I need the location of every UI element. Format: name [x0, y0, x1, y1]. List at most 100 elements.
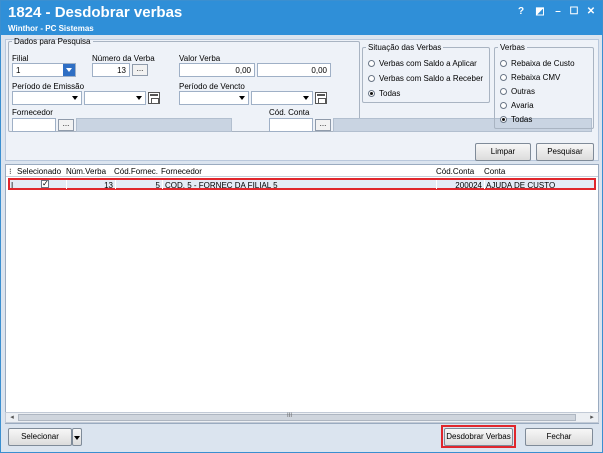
- cod-conta-cell: 200024: [455, 181, 482, 190]
- situacao-option-label: Verbas com Saldo a Receber: [379, 74, 484, 83]
- situacao-option-todas[interactable]: Todas: [368, 89, 400, 98]
- search-group-label: Dados para Pesquisa: [14, 37, 91, 46]
- fornecedor-lookup-button[interactable]: ...: [58, 119, 74, 131]
- verbas-option-label: Avaria: [511, 101, 534, 110]
- restore-layout-icon[interactable]: ◩: [533, 6, 547, 17]
- cod-fornec-cell: 5: [155, 181, 160, 190]
- fechar-button[interactable]: Fechar: [525, 428, 593, 446]
- fornecedor-cell: COD. 5 - FORNEC DA FILIAL 5: [165, 181, 278, 190]
- cell-divider: [66, 180, 67, 189]
- radio-icon: [500, 60, 507, 67]
- horizontal-scrollbar[interactable]: ◂ III ▸: [5, 412, 599, 423]
- column-header[interactable]: Conta: [484, 167, 505, 176]
- periodo-emissao-from-input[interactable]: [12, 91, 82, 105]
- minimize-icon[interactable]: –: [551, 6, 565, 17]
- cell-divider: [484, 180, 485, 189]
- situacao-option-label: Todas: [379, 89, 401, 98]
- search-panel: Dados para Pesquisa Filial 1 Número da V…: [5, 37, 599, 161]
- pesquisar-button[interactable]: Pesquisar: [536, 143, 594, 161]
- valor-verba-label: Valor Verba: [179, 54, 221, 63]
- column-header[interactable]: Núm.Verba: [66, 167, 106, 176]
- bottom-bar: Selecionar Desdobrar Verbas Fechar: [1, 424, 602, 452]
- table-row[interactable]: I ✓ 13 5 COD. 5 - FORNEC DA FILIAL 5 200…: [8, 178, 596, 190]
- scrollbar-grip: III: [287, 413, 293, 419]
- selecionado-checkbox[interactable]: ✓: [41, 180, 49, 188]
- verbas-option-rebaixa-cmv[interactable]: Rebaixa CMV: [500, 73, 560, 82]
- scroll-right-icon[interactable]: ▸: [587, 413, 597, 422]
- title-bar: 1824 - Desdobrar verbas Winthor - PC Sis…: [1, 1, 602, 35]
- verbas-option-label: Outras: [511, 87, 536, 96]
- chevron-down-icon[interactable]: [69, 92, 81, 104]
- cell-divider: [162, 180, 163, 189]
- periodo-vencto-to-input[interactable]: [251, 91, 313, 105]
- row-indicator-header: ⁝: [9, 167, 12, 176]
- radio-icon: [368, 60, 375, 67]
- fornecedor-name-field: [76, 118, 232, 132]
- window-subtitle: Winthor - PC Sistemas: [8, 24, 94, 33]
- valor-verba-from-input[interactable]: 0,00: [179, 63, 255, 77]
- situacao-option-saldo-aplicar[interactable]: Verbas com Saldo a Aplicar: [368, 59, 477, 68]
- cell-divider: [115, 180, 116, 189]
- numero-verba-input[interactable]: 13: [92, 63, 130, 77]
- close-icon[interactable]: ✕: [584, 6, 598, 17]
- periodo-emissao-to-input[interactable]: [84, 91, 146, 105]
- verbas-option-todas[interactable]: Todas: [500, 115, 532, 124]
- situacao-group-label: Situação das Verbas: [368, 43, 442, 52]
- calendar-icon[interactable]: [148, 92, 160, 104]
- filial-value: 1: [16, 66, 21, 75]
- situacao-option-label: Verbas com Saldo a Aplicar: [379, 59, 477, 68]
- scrollbar-thumb[interactable]: III: [18, 413, 576, 421]
- chevron-down-icon[interactable]: [133, 92, 145, 104]
- grid-header: ⁝ Selecionado Núm.Verba Cód.Fornec. Forn…: [6, 165, 598, 177]
- fornecedor-code-input[interactable]: [12, 118, 56, 132]
- scroll-left-icon[interactable]: ◂: [7, 413, 17, 422]
- filial-label: Filial: [12, 54, 29, 63]
- cod-conta-lookup-button[interactable]: ...: [315, 119, 331, 131]
- selecionar-dropdown-button[interactable]: [72, 428, 82, 446]
- column-header[interactable]: Fornecedor: [161, 167, 202, 176]
- maximize-icon[interactable]: ☐: [567, 6, 581, 17]
- filial-select[interactable]: 1: [12, 63, 76, 77]
- verbas-option-outras[interactable]: Outras: [500, 87, 535, 96]
- chevron-down-icon[interactable]: [236, 92, 248, 104]
- chevron-down-icon: [74, 436, 80, 440]
- numero-verba-lookup-button[interactable]: ...: [132, 64, 148, 76]
- verbas-option-rebaixa-custo[interactable]: Rebaixa de Custo: [500, 59, 575, 68]
- verbas-option-label: Todas: [511, 115, 533, 124]
- valor-verba-to-input[interactable]: 0,00: [257, 63, 331, 77]
- situacao-option-saldo-receber[interactable]: Verbas com Saldo a Receber: [368, 74, 483, 83]
- row-indicator: I: [11, 181, 14, 190]
- main-window: 1824 - Desdobrar verbas Winthor - PC Sis…: [0, 0, 603, 453]
- help-icon[interactable]: ?: [514, 6, 528, 17]
- column-header[interactable]: Cód.Fornec.: [114, 167, 158, 176]
- radio-icon: [500, 102, 507, 109]
- periodo-vencto-label: Período de Vencto: [179, 82, 245, 91]
- limpar-button[interactable]: Limpar: [475, 143, 531, 161]
- cod-conta-code-input[interactable]: [269, 118, 313, 132]
- cod-conta-label: Cód. Conta: [269, 108, 310, 117]
- periodo-emissao-label: Período de Emissão: [12, 82, 85, 91]
- radio-selected-icon: [368, 90, 375, 97]
- window-title: 1824 - Desdobrar verbas: [8, 4, 183, 21]
- verbas-grid[interactable]: ⁝ Selecionado Núm.Verba Cód.Fornec. Forn…: [5, 164, 599, 424]
- chevron-down-icon[interactable]: [300, 92, 312, 104]
- numero-verba-label: Número da Verba: [92, 54, 155, 63]
- radio-selected-icon: [500, 116, 507, 123]
- column-header[interactable]: Selecionado: [17, 167, 61, 176]
- num-verba-cell: 13: [104, 181, 113, 190]
- fornecedor-label: Fornecedor: [12, 108, 53, 117]
- column-header[interactable]: Cód.Conta: [436, 167, 474, 176]
- cell-divider: [436, 180, 437, 189]
- chevron-down-icon[interactable]: [63, 64, 75, 76]
- selecionar-button[interactable]: Selecionar: [8, 428, 72, 446]
- conta-cell: AJUDA DE CUSTO: [486, 181, 556, 190]
- verbas-option-avaria[interactable]: Avaria: [500, 101, 534, 110]
- desdobrar-verbas-button[interactable]: Desdobrar Verbas: [444, 428, 513, 446]
- verbas-option-label: Rebaixa de Custo: [511, 59, 575, 68]
- radio-icon: [368, 75, 375, 82]
- verbas-group-label: Verbas: [500, 43, 525, 52]
- calendar-icon[interactable]: [315, 92, 327, 104]
- radio-icon: [500, 88, 507, 95]
- periodo-vencto-from-input[interactable]: [179, 91, 249, 105]
- radio-icon: [500, 74, 507, 81]
